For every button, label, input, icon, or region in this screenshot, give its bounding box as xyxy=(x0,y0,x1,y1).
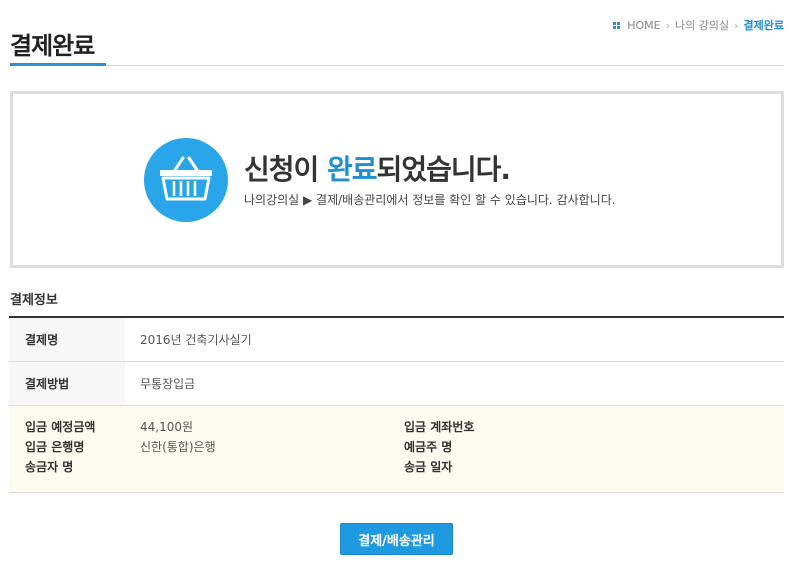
title-divider xyxy=(10,65,784,66)
completion-message: 신청이 완료되었습니다. xyxy=(244,148,511,188)
row-label: 결제방법 xyxy=(9,362,125,405)
home-grid-icon xyxy=(613,21,621,29)
page-title: 결제완료 xyxy=(10,32,95,60)
deposit-bank-value: 신한(통합)은행 xyxy=(140,440,216,454)
deposit-bank-label: 입금 은행명 xyxy=(25,440,85,454)
breadcrumb-home[interactable]: HOME xyxy=(627,19,660,32)
deposit-holder-label: 예금주 명 xyxy=(404,440,453,454)
table-row: 결제방법 무통장입금 xyxy=(9,362,784,406)
row-label: 결제명 xyxy=(9,318,125,361)
row-value: 무통장입금 xyxy=(140,377,196,391)
payment-info-table: 결제명 2016년 건축기사실기 결제방법 무통장입금 입금 예정금액 44,1… xyxy=(9,316,784,493)
completion-message-highlight: 완료 xyxy=(327,153,378,186)
deposit-date-label: 송금 일자 xyxy=(404,460,453,474)
deposit-amount-label: 입금 예정금액 xyxy=(25,420,96,434)
title-accent-bar xyxy=(10,63,106,66)
completion-panel: 신청이 완료되었습니다. 나의강의실 ▶ 결제/배송관리에서 정보를 확인 할 … xyxy=(10,91,784,268)
breadcrumb-separator-icon: › xyxy=(665,18,670,32)
breadcrumb-separator-icon: › xyxy=(734,18,739,32)
row-value: 2016년 건축기사실기 xyxy=(140,333,252,347)
table-row: 결제명 2016년 건축기사실기 xyxy=(9,318,784,362)
deposit-sender-label: 송금자 명 xyxy=(25,460,74,474)
section-title: 결제정보 xyxy=(10,293,58,308)
payment-shipping-manage-button[interactable]: 결제/배송관리 xyxy=(340,523,453,555)
deposit-amount-value: 44,100원 xyxy=(140,420,194,434)
completion-message-end: 되었습니다. xyxy=(376,153,511,186)
basket-icon xyxy=(144,138,228,222)
completion-message-start: 신청이 xyxy=(244,153,328,186)
completion-subtext: 나의강의실 ▶ 결제/배송관리에서 정보를 확인 할 수 있습니다. 감사합니다… xyxy=(244,193,616,207)
breadcrumb-parent[interactable]: 나의 강의실 xyxy=(675,17,729,33)
breadcrumb: HOME › 나의 강의실 › 결제완료 xyxy=(613,17,784,33)
deposit-account-label: 입금 계좌번호 xyxy=(404,420,475,434)
breadcrumb-current: 결제완료 xyxy=(743,19,784,32)
deposit-info: 입금 예정금액 44,100원 입금 계좌번호 입금 은행명 신한(통합)은행 … xyxy=(9,406,784,493)
